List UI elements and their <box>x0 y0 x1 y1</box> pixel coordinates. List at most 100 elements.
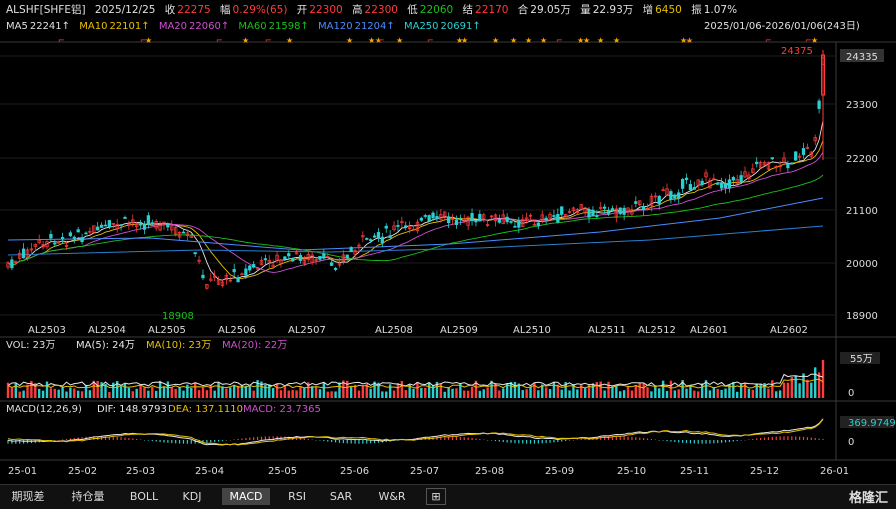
volume-bar <box>53 388 56 398</box>
contract-labels: AL2503 AL2504 AL2505 AL2506 AL2507 AL2508 AL25… <box>28 325 808 336</box>
candle-body <box>680 179 685 189</box>
kline-chart[interactable]: ★ ★ ★ ★ ★ ★ ★ ★★ ★ ★ ★ ★ ★★ ★ ★ ★★ ★⌐ ⌐ ⌐ ⌐ ⌐ ⌐ ⌐ ⌐ ⌐ ⌐ 243352330… <box>0 0 896 484</box>
volume-bar <box>802 373 805 398</box>
event-flag-marker: ⌐ <box>765 36 772 45</box>
vol-axis-zero: 0 <box>848 388 854 399</box>
candle-body <box>684 177 689 180</box>
volume-bar <box>786 382 790 398</box>
volume-bar <box>96 381 99 398</box>
candle-body <box>755 161 759 165</box>
macd-bar <box>459 436 461 440</box>
candle-body <box>150 222 154 225</box>
volume-bar <box>427 382 431 398</box>
volume-bar <box>236 385 240 398</box>
macd-bar <box>366 440 368 444</box>
macd-bar <box>214 440 216 443</box>
price-tick: 24335 <box>846 52 878 63</box>
month-label: 25-09 <box>545 466 574 477</box>
volume-bar <box>599 381 602 398</box>
candle-body <box>53 242 57 245</box>
volume-bar <box>217 382 220 398</box>
macd-bar <box>580 438 582 440</box>
volume-bar <box>193 382 197 398</box>
candle-body <box>419 217 423 221</box>
vol-title: VOL: 23万 <box>6 340 55 351</box>
candle-body <box>669 191 673 200</box>
macd-bar <box>736 440 738 442</box>
candle-body <box>727 179 732 189</box>
candle-body <box>770 157 774 160</box>
macd-value: MACD: 23.7365 <box>243 404 321 415</box>
event-flag-marker: ⌐ <box>556 36 563 45</box>
event-star-marker: ★ <box>811 36 818 45</box>
tab-rsi[interactable]: RSI <box>280 488 314 505</box>
volume-bar <box>295 390 298 398</box>
dea-line <box>7 418 824 446</box>
volume-bar <box>178 387 181 398</box>
volume-bar <box>131 391 134 398</box>
volume-bar <box>478 390 482 398</box>
volume-bar <box>174 388 177 398</box>
month-label: 25-03 <box>126 466 155 477</box>
candle-body <box>692 187 696 190</box>
ma250-line <box>7 225 824 256</box>
volume-bar <box>190 387 193 398</box>
tab-basis[interactable]: 期现差 <box>4 488 52 505</box>
tab-boll[interactable]: BOLL <box>124 488 164 505</box>
volume-bar <box>287 390 290 398</box>
volume-bar <box>22 390 25 398</box>
macd-bar <box>627 436 629 440</box>
contract-label: AL2601 <box>690 325 728 336</box>
contract-label: AL2504 <box>88 325 126 336</box>
candle-body <box>236 277 240 283</box>
macd-bar <box>810 437 812 440</box>
macd-bar <box>479 438 481 440</box>
macd-bar <box>65 438 68 440</box>
add-tab-button[interactable]: ⊞ <box>426 488 446 505</box>
macd-bar <box>568 440 571 441</box>
macd-bar <box>728 440 731 442</box>
event-star-marker: ★ <box>597 36 604 45</box>
candle-body <box>84 232 88 235</box>
tab-sar[interactable]: SAR <box>324 488 358 505</box>
macd-bar <box>319 440 321 441</box>
candle-body <box>641 206 646 211</box>
candle-body <box>388 235 392 238</box>
candle-body <box>602 206 607 209</box>
volume-bar <box>416 382 419 398</box>
macd-bar <box>615 436 617 440</box>
volume-bar <box>361 385 365 398</box>
volume-bar <box>775 391 778 398</box>
candle-body <box>794 151 798 161</box>
volume-bar <box>73 388 76 398</box>
event-star-marker: ★ <box>396 36 403 45</box>
price-axis: 24335 23300 22200 21100 20000 18900 <box>840 49 884 322</box>
candle-body <box>244 268 248 276</box>
tab-open-interest[interactable]: 持仓量 <box>64 488 112 505</box>
macd-bar <box>561 440 563 442</box>
volume-bar <box>447 387 450 398</box>
candle-body <box>146 215 151 225</box>
volume-bar <box>751 389 755 398</box>
event-star-marker: ★ <box>492 36 499 45</box>
macd-bar <box>526 440 528 444</box>
macd-bar <box>724 440 727 443</box>
macd-bar <box>401 439 403 441</box>
volume-bar <box>743 382 747 398</box>
volume-bar <box>806 379 809 398</box>
volume-bar <box>369 388 372 398</box>
price-tick: 21100 <box>846 206 878 217</box>
volume-bar <box>41 390 45 398</box>
tab-kdj[interactable]: KDJ <box>174 488 210 505</box>
macd-bar <box>506 440 508 443</box>
macd-axis-zero: 0 <box>848 437 854 448</box>
volume-bar <box>248 386 251 398</box>
candle-body <box>123 216 127 219</box>
tab-macd[interactable]: MACD <box>222 488 270 505</box>
volume-bar <box>166 381 170 398</box>
macd-bar <box>471 438 473 440</box>
volume-bar <box>537 390 540 398</box>
macd-bar <box>139 439 142 440</box>
tab-wr[interactable]: W&R <box>370 488 414 505</box>
volume-bar <box>385 391 388 398</box>
